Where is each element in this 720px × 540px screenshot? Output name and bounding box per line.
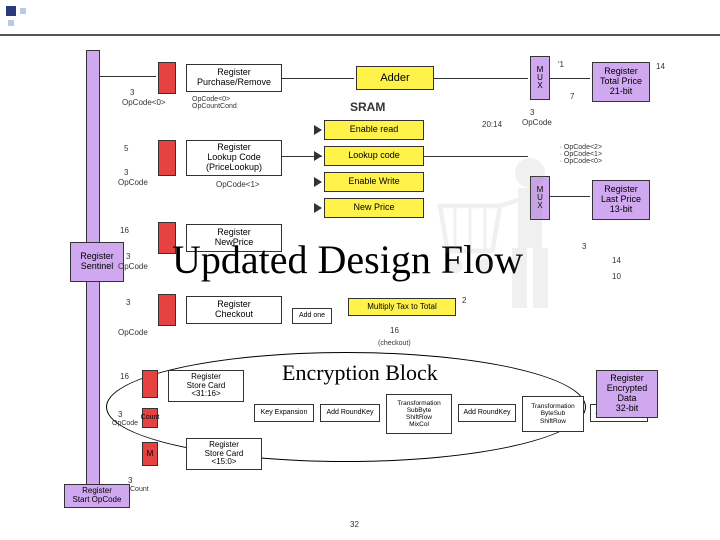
label-3g: 3 [118, 410, 122, 419]
register-start-opcode: Register Start OpCode [64, 484, 130, 508]
label-16: 16 [120, 226, 129, 235]
label-3f: 3 [582, 242, 586, 251]
label-opcode-grp: OpCode [522, 118, 552, 127]
sram-enable-write: Enable Write [324, 172, 424, 192]
text: Adder [380, 72, 409, 84]
slide-corner-ornament [6, 6, 30, 30]
sram-header: SRAM [350, 100, 385, 114]
arrow-new-price [314, 203, 322, 213]
label-one: '1 [558, 60, 564, 69]
red-m: M [142, 442, 158, 466]
wire [282, 78, 354, 79]
label-14: 14 [656, 62, 665, 71]
text: Sentinel [81, 262, 114, 272]
wire [424, 156, 528, 157]
label-7: 7 [570, 92, 574, 101]
label-opcode: OpCode<0> [122, 98, 166, 107]
sram-enable-read: Enable read [324, 120, 424, 140]
register-store-card-hi: Register Store Card <31:16> [168, 370, 244, 402]
register-checkout: Register Checkout [186, 296, 282, 324]
label-opcode-np: OpCode [118, 262, 148, 271]
label-opcode-co: OpCode [118, 328, 148, 337]
label-checkout-sig: (checkout) [378, 340, 411, 347]
label-count2: Count [130, 486, 149, 493]
label-5: 5 [124, 144, 128, 153]
sram-new-price: New Price [324, 198, 424, 218]
label-3: 3 [130, 88, 134, 97]
watermark-shopper-icon [420, 146, 580, 326]
title-encryption: Encryption Block [282, 360, 438, 386]
label-3h: 3 [128, 476, 132, 485]
sram-lookup: Lookup code [324, 146, 424, 166]
label-3e: 3 [126, 298, 130, 307]
label-2014: 20:14 [482, 120, 502, 129]
red-gate-sc1 [142, 370, 158, 398]
red-gate-pr [158, 62, 176, 94]
text: Start OpCode [73, 496, 122, 505]
red-gate-lc [158, 140, 176, 176]
wire [434, 78, 528, 79]
arrow-enable-write [314, 177, 322, 187]
mux-top: MUX [530, 56, 550, 100]
label-16c: 16 [120, 372, 129, 381]
wire [550, 196, 590, 197]
page-number: 32 [350, 520, 359, 529]
wire [100, 76, 156, 77]
label-opcode1: OpCode<1> [216, 180, 260, 189]
label-opcode-sc: OpCode [112, 420, 138, 427]
register-encrypted: Register Encrypted Data 32-bit [596, 370, 658, 418]
add-one-block: Add one [292, 308, 332, 324]
register-purchase-remove: Register Purchase/Remove [186, 64, 282, 92]
label-10: 10 [612, 272, 621, 281]
red-gate-co [158, 294, 176, 326]
wire [550, 78, 590, 79]
arrow-enable-read [314, 125, 322, 135]
label-3c: 3 [124, 168, 128, 177]
register-total-price: Register Total Price 21-bit [592, 62, 650, 102]
label-14b: 14 [612, 256, 621, 265]
register-last-price: Register Last Price 13-bit [592, 180, 650, 220]
transformation-1: TransformationSubByteShiftRowMixCol [386, 394, 452, 434]
label-16b: 16 [390, 326, 399, 335]
text: Purchase/Remove [197, 78, 271, 88]
label-3b: 3 [530, 108, 534, 117]
label-opcode-lc: OpCode [118, 178, 148, 187]
red-count: Count [142, 408, 158, 428]
diagram-stage: Register Sentinel Register Start OpCode … [0, 36, 720, 540]
register-sentinel: Register Sentinel [70, 242, 124, 282]
add-roundkey-2: Add RoundKey [458, 404, 516, 422]
label-3d: 3 [126, 252, 130, 261]
add-roundkey-1: Add RoundKey [320, 404, 380, 422]
register-store-card-lo: Register Store Card <15:0> [186, 438, 262, 470]
adder-block: Adder [356, 66, 434, 90]
register-lookup-code: Register Lookup Code (PriceLookup) [186, 140, 282, 176]
transformation-2: TransformationByteSubShiftRow [522, 396, 584, 432]
wire [282, 156, 322, 157]
label-opcode-pr: OpCode<0>OpCountCond [192, 96, 237, 110]
key-expansion-block: Key Expansion [254, 404, 314, 422]
